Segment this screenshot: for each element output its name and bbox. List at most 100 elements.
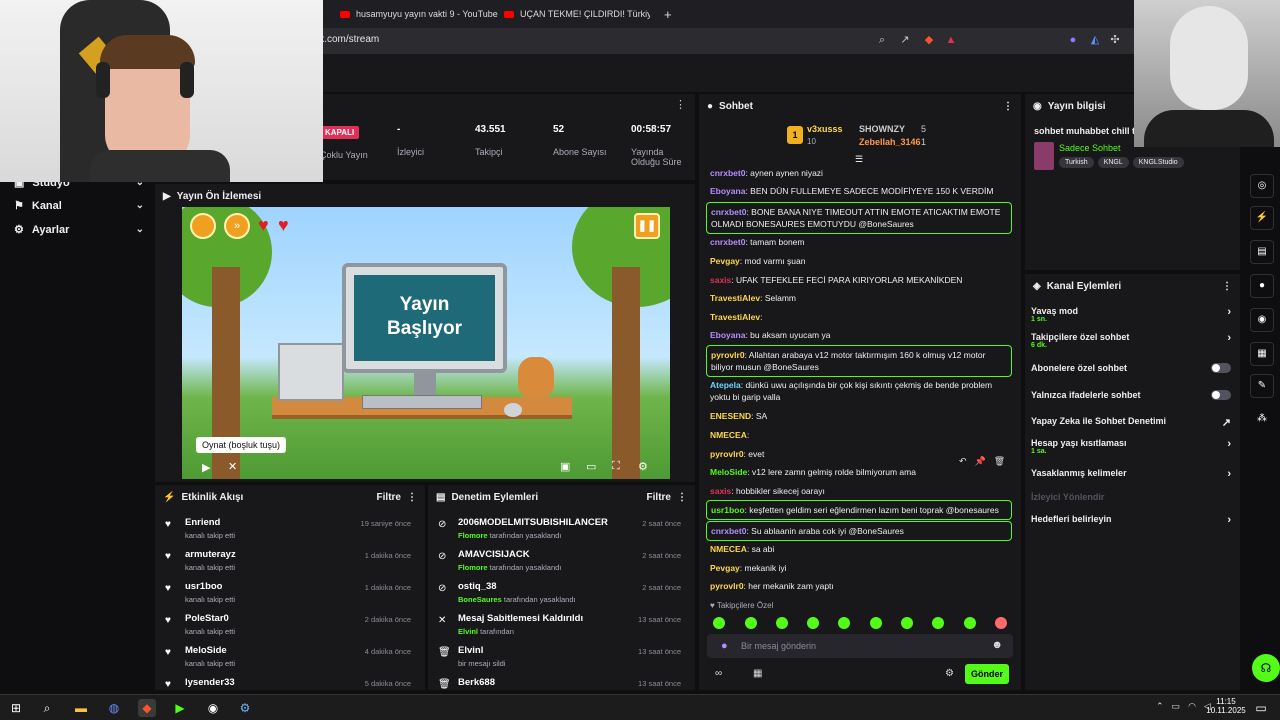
zoom-icon[interactable]: ⌕: [875, 33, 889, 47]
emote-icon[interactable]: [995, 617, 1007, 629]
chat-username[interactable]: NMECEA: [710, 544, 747, 554]
banned-words[interactable]: Yasaklanmış kelimeler ›: [1031, 468, 1231, 480]
chat-username[interactable]: Atepela: [710, 380, 741, 390]
delete-icon[interactable]: 🗑: [994, 456, 1005, 467]
chat-username[interactable]: cnrxbet0: [710, 237, 745, 247]
notification-icon[interactable]: ▭: [1252, 699, 1270, 717]
chat-username[interactable]: ENESEND: [710, 411, 751, 421]
emote-icon[interactable]: [838, 617, 850, 629]
nav-kanal[interactable]: ⚑ Kanal ⌄: [14, 199, 144, 213]
help-button[interactable]: ☊: [1252, 654, 1280, 682]
play-button[interactable]: ▶: [202, 461, 210, 474]
gift-icon[interactable]: ▦: [753, 668, 762, 679]
chat-message[interactable]: saxis: hobbikler sikecej oarayı: [710, 485, 1010, 497]
chat-username[interactable]: saxis: [710, 486, 731, 496]
ai-moderation[interactable]: Yapay Zeka ile Sohbet Denetimi ↗: [1031, 416, 1231, 429]
mute-button[interactable]: ✕: [228, 460, 237, 473]
wallet-icon[interactable]: ◭: [1088, 33, 1102, 47]
camera-icon[interactable]: ◎: [1250, 174, 1274, 198]
more-icon[interactable]: ⋮: [675, 98, 686, 111]
pin-icon[interactable]: 📌: [975, 456, 986, 467]
chat-message[interactable]: TravestiAlev:: [710, 311, 1010, 323]
broadcast-icon[interactable]: ◉: [1250, 308, 1274, 332]
emote-icon[interactable]: [901, 617, 913, 629]
gear-icon[interactable]: ⚙: [945, 668, 954, 679]
emote-icon[interactable]: [964, 617, 976, 629]
chat-message[interactable]: usr1boo: keşfetten geldim seri eğlendirm…: [706, 500, 1012, 520]
system-tray[interactable]: ⌃ ▭ ◠ ◁: [1156, 701, 1211, 712]
settings-button[interactable]: ⚙: [638, 460, 648, 473]
more-icon[interactable]: ⋮: [677, 492, 687, 503]
expand-icon[interactable]: ☰: [855, 154, 863, 165]
more-icon[interactable]: ⋮: [407, 492, 417, 503]
emote-icon[interactable]: [713, 617, 725, 629]
chat-message[interactable]: Eboyana: bu aksam uyucam ya: [710, 329, 1010, 341]
chat-username[interactable]: MeloSide: [710, 467, 747, 477]
tab-youtube-2[interactable]: UÇAN TEKME! ÇILDIRDI! Türkiye'de: [504, 4, 650, 24]
send-button[interactable]: Gönder: [965, 664, 1009, 684]
emote-icon[interactable]: [745, 617, 757, 629]
chat-username[interactable]: cnrxbet0: [711, 526, 746, 536]
chat-username[interactable]: pyrovlr0: [710, 581, 744, 591]
chat-input[interactable]: ● Bir mesaj gönderin ☻: [707, 634, 1013, 658]
mod-tools-icon[interactable]: ∞: [715, 668, 722, 679]
puzzle-icon[interactable]: ✣: [1108, 33, 1122, 47]
extension-icon[interactable]: ●: [1066, 33, 1080, 47]
chat-message[interactable]: cnrxbet0: tamam bonem: [710, 236, 1010, 248]
tab-youtube-1[interactable]: husamyuyu yayın vakti 9 - YouTube: [340, 4, 500, 24]
fullscreen-button[interactable]: ⛶: [612, 460, 620, 473]
emoji-icon[interactable]: ☻: [991, 639, 1003, 651]
emote-icon[interactable]: [807, 617, 819, 629]
share-icon[interactable]: ↗: [898, 33, 912, 47]
subs-chat[interactable]: Abonelere özel sohbet: [1031, 363, 1231, 373]
emotes-chat[interactable]: Yalnızca ifadelerle sohbet: [1031, 390, 1231, 400]
chat-bubble-icon[interactable]: ●: [1250, 274, 1274, 298]
pip-button[interactable]: ▣: [560, 460, 570, 473]
chat-username[interactable]: Pevgay: [710, 563, 740, 573]
chat-username[interactable]: Pevgay: [710, 256, 740, 266]
wrench-icon[interactable]: ✎: [1250, 374, 1274, 398]
stream-preview-video[interactable]: Yayın Başlıyor » ♥ ♥ ❚❚ Oynat (boşluk tuş…: [182, 207, 670, 479]
chat-message[interactable]: cnrxbet0: BONE BANA NIYE TIMEOUT ATTIN E…: [706, 202, 1012, 234]
chat-username[interactable]: pyrovlr0: [711, 350, 745, 360]
emote-icon[interactable]: [870, 617, 882, 629]
brave-icon[interactable]: ◆: [138, 699, 156, 717]
emote-icon[interactable]: [932, 617, 944, 629]
moderation-filter-button[interactable]: Filtre: [647, 492, 671, 503]
slow-mode[interactable]: Yavaş mod 1 sn. ›: [1031, 306, 1231, 323]
chrome-icon[interactable]: ◍: [105, 699, 123, 717]
reply-icon[interactable]: ↶: [959, 456, 967, 467]
more-icon[interactable]: ⋮: [1003, 101, 1013, 112]
emotes-chat-toggle[interactable]: [1211, 390, 1231, 400]
brave-rewards-icon[interactable]: ▲: [944, 33, 958, 47]
clock[interactable]: 11:15 10.11.2025: [1206, 697, 1246, 715]
theater-button[interactable]: ▭: [586, 460, 596, 473]
chat-username[interactable]: pyrovlr0: [710, 449, 744, 459]
chat-message[interactable]: pyrovlr0: her mekanik zam yaptı: [710, 580, 1010, 592]
chat-username[interactable]: Eboyana: [710, 186, 745, 196]
category-name[interactable]: Sadece Sohbet: [1059, 143, 1121, 153]
tag[interactable]: KNGLStudio: [1132, 157, 1184, 168]
windows-start-icon[interactable]: ⊞: [7, 699, 25, 717]
chat-username[interactable]: cnrxbet0: [710, 168, 745, 178]
chat-username[interactable]: Eboyana: [710, 330, 745, 340]
document-icon[interactable]: ▤: [1250, 240, 1274, 264]
activity-filter-button[interactable]: Filtre: [377, 492, 401, 503]
set-goals[interactable]: Hedefleri belirleyin ›: [1031, 514, 1231, 526]
obs-icon[interactable]: ◉: [204, 699, 222, 717]
layout-icon[interactable]: ▦: [1250, 342, 1274, 366]
kick-icon[interactable]: ▶: [171, 699, 189, 717]
chat-message[interactable]: Pevgay: mod varmı şuan: [710, 255, 1010, 267]
chat-message[interactable]: TravestiAlev: Selamm: [710, 292, 1010, 304]
chat-message[interactable]: Pevgay: mekanik iyi: [710, 562, 1010, 574]
new-tab-button[interactable]: +: [664, 4, 672, 24]
chat-message[interactable]: NMECEA: sa abi: [710, 543, 1010, 555]
chat-username[interactable]: cnrxbet0: [711, 207, 746, 217]
users-icon[interactable]: ⁂: [1250, 408, 1274, 432]
chat-message[interactable]: pyrovlr0: Allahtan arabaya v12 motor tak…: [706, 345, 1012, 377]
chat-username[interactable]: usr1boo: [711, 505, 745, 515]
chat-message[interactable]: cnrxbet0: aynen aynen niyazi: [710, 167, 1010, 179]
subs-chat-toggle[interactable]: [1211, 363, 1231, 373]
chat-username[interactable]: TravestiAlev: [710, 312, 760, 322]
file-explorer-icon[interactable]: ▬: [72, 699, 90, 717]
